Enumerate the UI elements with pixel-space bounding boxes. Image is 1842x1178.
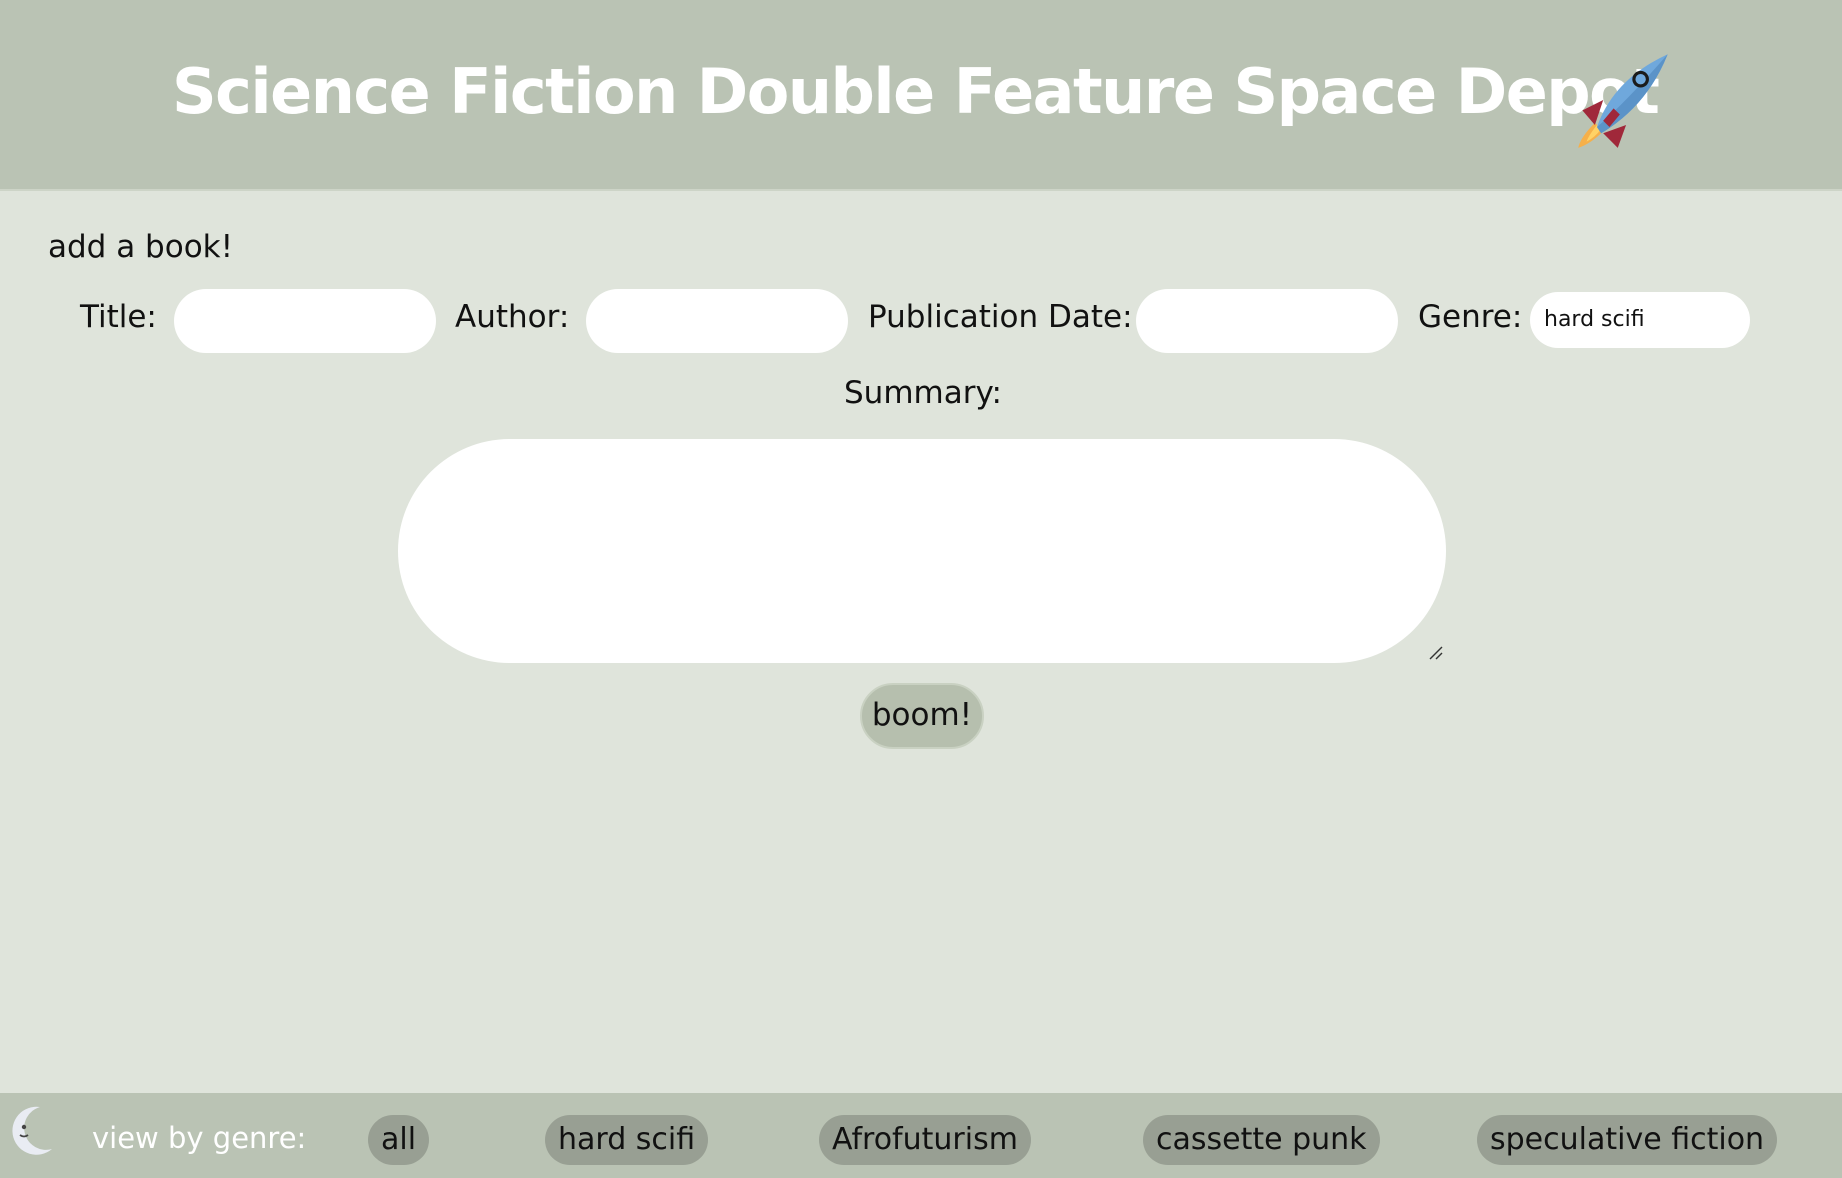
- genre-filter-bar: view by genre: all hard scifi Afrofuturi…: [0, 1093, 1842, 1178]
- site-title: Science Fiction Double Feature Space Dep…: [172, 55, 1660, 128]
- genre-select[interactable]: hard scifi: [1530, 292, 1750, 348]
- genre-chip-all[interactable]: all: [368, 1115, 430, 1165]
- genre-chip-speculative-fiction[interactable]: speculative fiction: [1477, 1115, 1778, 1165]
- rocket-icon: [1578, 54, 1668, 148]
- submit-button[interactable]: boom!: [860, 683, 984, 749]
- genre-label: Genre:: [1418, 299, 1523, 335]
- summary-textarea[interactable]: [398, 439, 1446, 663]
- publication-date-label: Publication Date:: [868, 299, 1133, 335]
- author-input[interactable]: [586, 289, 848, 353]
- form-heading: add a book!: [48, 229, 234, 265]
- title-input[interactable]: [174, 289, 436, 353]
- author-label: Author:: [455, 299, 570, 335]
- add-book-form: add a book! Title: Author: Publication D…: [0, 193, 1842, 1093]
- title-label: Title:: [80, 299, 157, 335]
- view-by-genre-label: view by genre:: [92, 1121, 307, 1155]
- summary-label: Summary:: [844, 375, 1002, 411]
- genre-chip-cassette-punk[interactable]: cassette punk: [1143, 1115, 1380, 1165]
- genre-chip-afrofuturism[interactable]: Afrofuturism: [819, 1115, 1031, 1165]
- resize-handle-icon[interactable]: [1428, 645, 1444, 661]
- site-header: Science Fiction Double Feature Space Dep…: [0, 0, 1842, 191]
- genre-chip-hard-scifi[interactable]: hard scifi: [545, 1115, 709, 1165]
- publication-date-input[interactable]: [1136, 289, 1398, 353]
- moon-icon: [12, 1106, 52, 1155]
